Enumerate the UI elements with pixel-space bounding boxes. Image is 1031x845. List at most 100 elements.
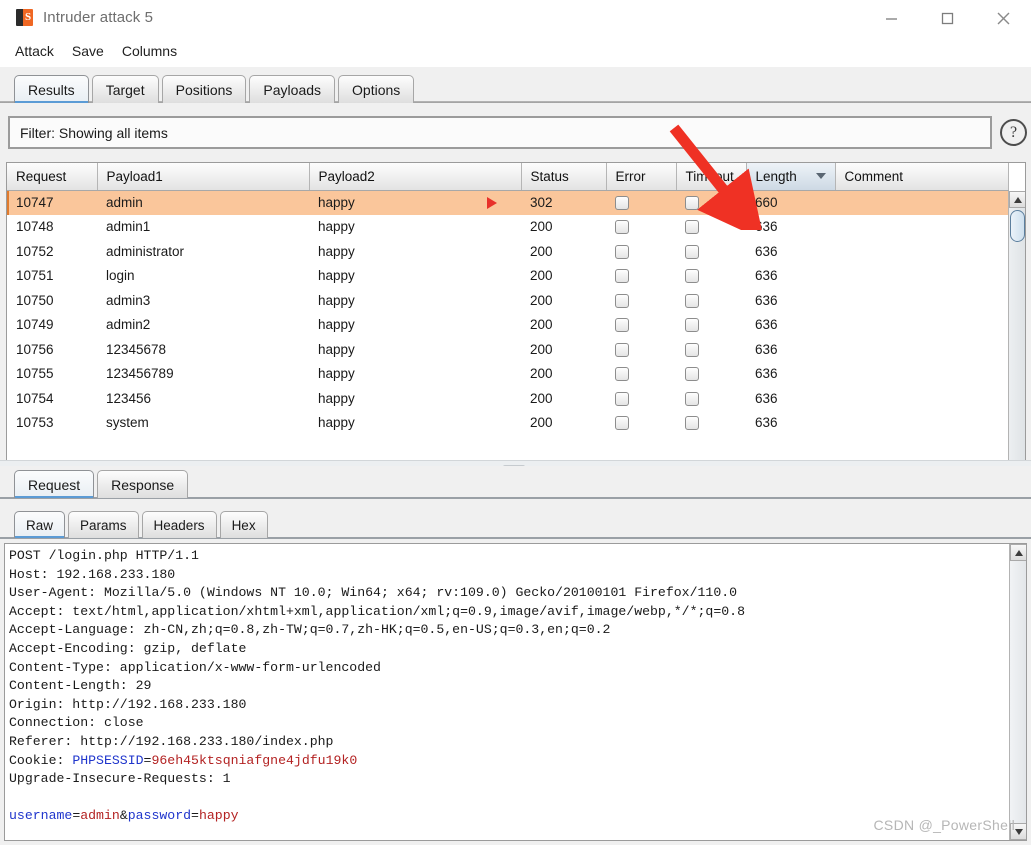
tab-results[interactable]: Results	[14, 75, 89, 103]
menu-attack[interactable]: Attack	[14, 41, 55, 61]
cell-payload1: administrator	[106, 243, 185, 259]
timeout-checkbox[interactable]	[685, 342, 699, 357]
raw-scroll-up-icon[interactable]	[1010, 544, 1026, 561]
table-row[interactable]: 10748 admin1 happy 200 636	[7, 215, 1008, 240]
error-checkbox[interactable]	[615, 391, 629, 406]
cell-status: 200	[530, 243, 553, 259]
view-tab-bar: Raw Params Headers Hex	[14, 508, 271, 538]
cell-payload1: system	[106, 415, 149, 431]
cell-timeout	[676, 411, 746, 436]
timeout-checkbox[interactable]	[685, 269, 699, 284]
table-row[interactable]: 10753 system happy 200 636	[7, 411, 1008, 436]
error-checkbox[interactable]	[615, 416, 629, 431]
timeout-checkbox[interactable]	[685, 391, 699, 406]
table-row[interactable]: 10749 admin2 happy 200 636	[7, 313, 1008, 338]
cell-error	[606, 288, 676, 313]
col-header-length[interactable]: Length	[746, 163, 836, 191]
cell-payload2: happy	[318, 390, 355, 406]
error-checkbox[interactable]	[615, 318, 629, 333]
cell-length: 636	[755, 341, 778, 357]
scroll-up-icon[interactable]	[1009, 191, 1025, 208]
main-tab-bar: Results Target Positions Payloads Option…	[0, 70, 1031, 103]
cell-comment	[835, 386, 1008, 411]
raw-vertical-scrollbar[interactable]	[1009, 544, 1026, 840]
cell-payload2: happy	[318, 341, 355, 357]
cell-length: 636	[755, 219, 778, 235]
timeout-checkbox[interactable]	[685, 318, 699, 333]
tab-headers[interactable]: Headers	[141, 511, 217, 538]
col-header-timeout[interactable]: Timeout	[676, 163, 747, 191]
cell-payload2: happy	[318, 268, 355, 284]
col-header-error[interactable]: Error	[606, 163, 677, 191]
results-table: Request Payload1 Payload2 Status Error T…	[7, 163, 1009, 435]
help-icon[interactable]: ?	[1000, 119, 1027, 146]
tab-params[interactable]: Params	[68, 511, 139, 538]
table-row[interactable]: 10750 admin3 happy 200 636	[7, 288, 1008, 313]
cell-comment	[835, 411, 1008, 436]
maximize-icon[interactable]	[919, 0, 975, 36]
raw-text-segment: PHPSESSID	[72, 752, 144, 768]
cell-request: 10755	[16, 366, 54, 382]
col-header-payload2[interactable]: Payload2	[309, 163, 522, 191]
window-controls	[863, 0, 1031, 36]
table-row[interactable]: 10755 123456789 happy 200 636	[7, 362, 1008, 387]
table-row[interactable]: 10751 login happy 200 636	[7, 264, 1008, 289]
tab-positions[interactable]: Positions	[161, 75, 247, 103]
cell-comment	[835, 288, 1008, 313]
col-header-status[interactable]: Status	[521, 163, 607, 191]
timeout-checkbox[interactable]	[685, 293, 699, 308]
menu-save[interactable]: Save	[71, 41, 105, 61]
col-header-comment[interactable]: Comment	[835, 163, 1009, 191]
error-checkbox[interactable]	[615, 244, 629, 259]
cell-timeout	[676, 313, 746, 338]
tab-target[interactable]: Target	[91, 75, 159, 103]
error-checkbox[interactable]	[615, 342, 629, 357]
col-header-request[interactable]: Request	[7, 163, 98, 191]
table-row[interactable]: 10747 admin happy 302 660	[7, 190, 1008, 215]
tab-request[interactable]: Request	[14, 470, 95, 498]
close-icon[interactable]	[975, 0, 1031, 36]
col-header-payload1[interactable]: Payload1	[97, 163, 310, 191]
cell-length: 636	[755, 292, 778, 308]
error-checkbox[interactable]	[615, 220, 629, 235]
tab-raw[interactable]: Raw	[14, 511, 66, 538]
raw-request-viewer[interactable]: POST /login.php HTTP/1.1 Host: 192.168.2…	[4, 543, 1027, 841]
minimize-icon[interactable]	[863, 0, 919, 36]
timeout-checkbox[interactable]	[685, 416, 699, 431]
cell-payload2: happy	[318, 292, 355, 308]
cell-error	[606, 313, 676, 338]
cell-status: 200	[530, 390, 553, 406]
menu-columns[interactable]: Columns	[121, 41, 178, 61]
tab-options[interactable]: Options	[338, 75, 415, 103]
filter-bar[interactable]: Filter: Showing all items	[8, 116, 992, 149]
timeout-checkbox[interactable]	[685, 196, 699, 211]
tab-response[interactable]: Response	[97, 470, 189, 498]
table-row[interactable]: 10754 123456 happy 200 636	[7, 386, 1008, 411]
table-row[interactable]: 10752 administrator happy 200 636	[7, 239, 1008, 264]
error-checkbox[interactable]	[615, 196, 629, 211]
cell-status: 302	[521, 190, 606, 215]
cell-length: 636	[755, 317, 778, 333]
error-checkbox[interactable]	[615, 367, 629, 382]
tab-hex[interactable]: Hex	[219, 511, 268, 538]
cell-payload1: login	[106, 268, 135, 284]
cell-comment	[835, 239, 1008, 264]
tab-payloads[interactable]: Payloads	[249, 75, 336, 103]
timeout-checkbox[interactable]	[685, 367, 699, 382]
table-header-row: Request Payload1 Payload2 Status Error T…	[7, 163, 1009, 191]
timeout-checkbox[interactable]	[685, 220, 699, 235]
table-row[interactable]: 10756 12345678 happy 200 636	[7, 337, 1008, 362]
cell-status: 200	[530, 292, 553, 308]
raw-text-segment: &	[119, 808, 128, 824]
filter-label: Filter: Showing all items	[20, 124, 168, 141]
cell-timeout	[676, 362, 746, 387]
cell-request: 10750	[16, 292, 54, 308]
error-checkbox[interactable]	[615, 269, 629, 284]
cell-status: 200	[530, 366, 553, 382]
error-checkbox[interactable]	[615, 293, 629, 308]
watermark: CSDN @_PowerShell	[873, 817, 1015, 833]
burp-suite-icon: S	[16, 9, 33, 26]
vertical-scroll-thumb[interactable]	[1010, 210, 1025, 242]
raw-text-segment: password	[127, 808, 192, 824]
timeout-checkbox[interactable]	[685, 244, 699, 259]
